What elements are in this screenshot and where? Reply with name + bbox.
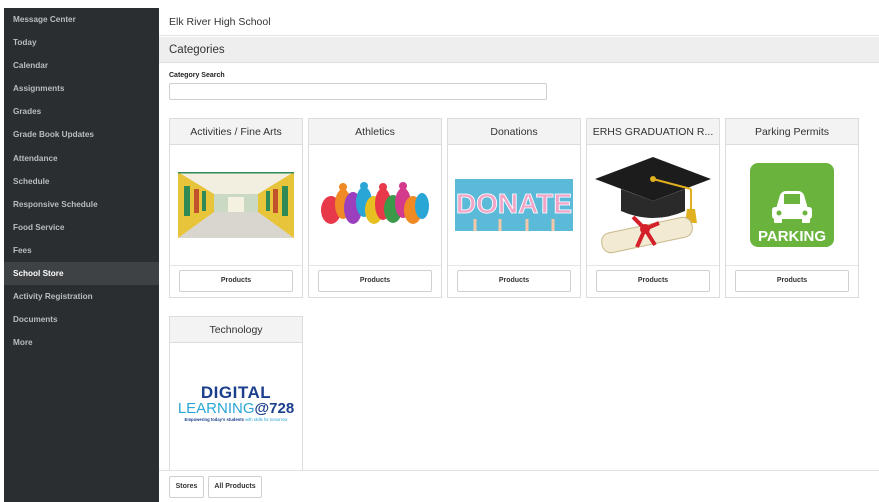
category-card-title: Parking Permits [726,119,858,145]
sidebar-item-school-store[interactable]: School Store [4,262,159,286]
category-card-parking: Parking Permits PARKING Products [725,118,859,298]
stores-button[interactable]: Stores [169,476,204,498]
category-card-athletics: Athletics Products [308,118,442,298]
products-button[interactable]: Products [735,270,849,292]
sidebar-item-attendance[interactable]: Attendance [4,147,159,170]
school-hallway-image[interactable] [170,145,302,266]
products-button[interactable]: Products [179,270,293,292]
category-card-title: Athletics [309,119,441,145]
sidebar-item-food-service[interactable]: Food Service [4,216,159,239]
sidebar-item-responsive-schedule[interactable]: Responsive Schedule [4,193,159,216]
bottom-toolbar: Stores All Products [159,470,879,502]
sidebar-item-calendar[interactable]: Calendar [4,54,159,77]
category-card-donations: Donations DONATE Products [447,118,581,298]
products-button[interactable]: Products [596,270,710,292]
category-card-activities: Activities / Fine Arts Products [169,118,303,298]
sidebar-item-message-center[interactable]: Message Center [4,8,159,31]
tech-logo-tagline-b: with skills for tomorrow [245,417,288,423]
category-card-title: Activities / Fine Arts [170,119,302,145]
sidebar-item-documents[interactable]: Documents [4,308,159,331]
parking-sign-image[interactable]: PARKING [726,145,858,266]
sidebar-item-more[interactable]: More [4,331,159,354]
page-title: Categories [159,37,879,63]
sidebar-item-today[interactable]: Today [4,31,159,54]
category-card-title: ERHS GRADUATION R... [587,119,719,145]
parking-sign-text: PARKING [758,228,826,245]
sidebar-item-fees[interactable]: Fees [4,239,159,262]
sidebar-item-grades[interactable]: Grades [4,100,159,123]
donate-text: DONATE [456,188,572,219]
category-card-title: Technology [170,317,302,343]
tech-logo-suffix: @728 [254,400,295,418]
category-card-technology: Technology DIGITAL LEARNING@728 Empoweri… [169,316,303,476]
donate-balloons-image[interactable]: DONATE [448,145,580,266]
tech-logo-line2: LEARNING [177,400,255,418]
tech-logo-tagline-a: Empowering today's students [184,417,246,423]
athletes-silhouette-image[interactable] [309,145,441,266]
app-root: Message Center Today Calendar Assignment… [0,0,879,502]
tech-logo-line1: DIGITAL [200,383,272,403]
main-content: Elk River High School Categories Categor… [159,8,879,502]
products-button[interactable]: Products [318,270,432,292]
digital-learning-logo-image[interactable]: DIGITAL LEARNING@728 Empowering today's … [170,343,302,464]
sidebar-item-schedule[interactable]: Schedule [4,170,159,193]
category-search-input[interactable] [169,83,547,100]
sidebar-nav: Message Center Today Calendar Assignment… [4,8,159,502]
category-search-label: Category Search [169,72,225,79]
graduation-cap-diploma-image[interactable] [587,145,719,266]
sidebar-item-assignments[interactable]: Assignments [4,77,159,100]
all-products-button[interactable]: All Products [208,476,262,498]
category-card-title: Donations [448,119,580,145]
school-name-header: Elk River High School [159,8,879,36]
category-card-graduation: ERHS GRADUATION R... Products [586,118,720,298]
sidebar-item-activity-registration[interactable]: Activity Registration [4,285,159,308]
sidebar-item-grade-book-updates[interactable]: Grade Book Updates [4,123,159,146]
products-button[interactable]: Products [457,270,571,292]
